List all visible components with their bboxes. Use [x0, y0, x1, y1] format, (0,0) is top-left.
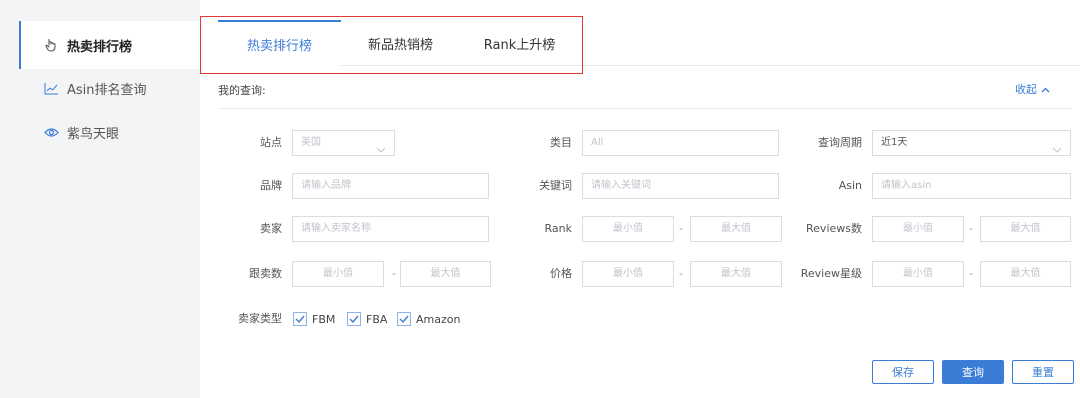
range-separator: -	[392, 267, 396, 280]
seller-input[interactable]: 请输入卖家名称	[292, 216, 489, 242]
line-chart-icon	[43, 80, 59, 96]
seller-type-label: 卖家类型	[238, 312, 282, 325]
sidebar-item-label: 热卖排行榜	[67, 39, 133, 55]
price-max-input[interactable]: 最大值	[690, 261, 782, 287]
category-select[interactable]: All	[582, 130, 779, 156]
reviews-max-input[interactable]: 最大值	[980, 216, 1071, 242]
collapse-toggle[interactable]: 收起	[1015, 81, 1050, 97]
range-separator: -	[969, 267, 973, 280]
chevron-down-icon	[376, 139, 386, 163]
checkbox-label: FBM	[312, 312, 336, 326]
eye-icon	[43, 124, 59, 140]
sidebar-item-zniao-eye[interactable]: 紫鸟天眼	[19, 108, 200, 156]
tabs-divider	[341, 65, 1080, 66]
site-select[interactable]: 美国	[292, 130, 395, 156]
checkmark-icon	[397, 312, 411, 326]
checkmark-icon	[347, 312, 361, 326]
rank-min-input[interactable]: 最小值	[582, 216, 674, 242]
rank-max-input[interactable]: 最大值	[690, 216, 782, 242]
chevron-up-icon	[1041, 83, 1050, 96]
checkbox-label: Amazon	[416, 312, 461, 326]
sidebar-item-asin-rank[interactable]: Asin排名查询	[19, 64, 200, 112]
rating-max-input[interactable]: 最大值	[980, 261, 1071, 287]
rating-min-input[interactable]: 最小值	[872, 261, 964, 287]
asin-label: Asin	[838, 179, 862, 192]
keyword-label: 关键词	[539, 179, 572, 192]
checkbox-amazon[interactable]: Amazon	[397, 311, 460, 327]
sidebar-item-label: Asin排名查询	[67, 82, 147, 98]
price-min-input[interactable]: 最小值	[582, 261, 674, 287]
ranking-tabs: 热卖排行榜 新品热销榜 Rank上升榜	[218, 20, 579, 66]
range-separator: -	[679, 267, 683, 280]
query-divider	[218, 108, 1072, 109]
save-button[interactable]: 保存	[872, 360, 934, 384]
brand-input[interactable]: 请输入品牌	[292, 173, 489, 199]
keyword-input[interactable]: 请输入关键词	[582, 173, 779, 199]
follow-label: 跟卖数	[249, 267, 282, 280]
site-value: 美国	[301, 137, 321, 148]
collapse-label: 收起	[1015, 83, 1037, 96]
chevron-down-icon	[1052, 139, 1062, 163]
checkmark-icon	[293, 312, 307, 326]
period-value: 近1天	[881, 137, 908, 148]
follow-max-input[interactable]: 最大值	[400, 261, 491, 287]
asin-input[interactable]: 请输入asin	[872, 173, 1071, 199]
rating-label: Review星级	[800, 267, 862, 280]
category-label: 类目	[550, 136, 572, 149]
period-label: 查询周期	[818, 136, 862, 149]
site-label: 站点	[260, 136, 282, 149]
sidebar: 热卖排行榜 Asin排名查询 紫鸟天眼	[0, 0, 200, 398]
follow-min-input[interactable]: 最小值	[292, 261, 384, 287]
period-select[interactable]: 近1天	[872, 130, 1071, 156]
checkbox-fbm[interactable]: FBM	[293, 311, 335, 327]
brand-label: 品牌	[260, 179, 282, 192]
sidebar-item-hot-ranking[interactable]: 热卖排行榜	[19, 21, 200, 69]
sidebar-item-label: 紫鸟天眼	[67, 126, 120, 142]
range-separator: -	[679, 222, 683, 235]
checkbox-fba[interactable]: FBA	[347, 311, 387, 327]
hand-pointer-icon	[43, 37, 59, 53]
checkbox-label: FBA	[366, 312, 388, 326]
reviews-label: Reviews数	[806, 222, 862, 235]
reviews-min-input[interactable]: 最小值	[872, 216, 964, 242]
tab-new-hot[interactable]: 新品热销榜	[341, 20, 460, 66]
price-label: 价格	[550, 267, 572, 280]
search-button[interactable]: 查询	[942, 360, 1004, 384]
tab-hot-ranking[interactable]: 热卖排行榜	[218, 20, 341, 66]
tab-rank-rising[interactable]: Rank上升榜	[460, 20, 579, 66]
range-separator: -	[969, 222, 973, 235]
query-title: 我的查询:	[218, 84, 266, 97]
rank-label: Rank	[544, 222, 572, 235]
reset-button[interactable]: 重置	[1012, 360, 1074, 384]
seller-label: 卖家	[260, 222, 282, 235]
